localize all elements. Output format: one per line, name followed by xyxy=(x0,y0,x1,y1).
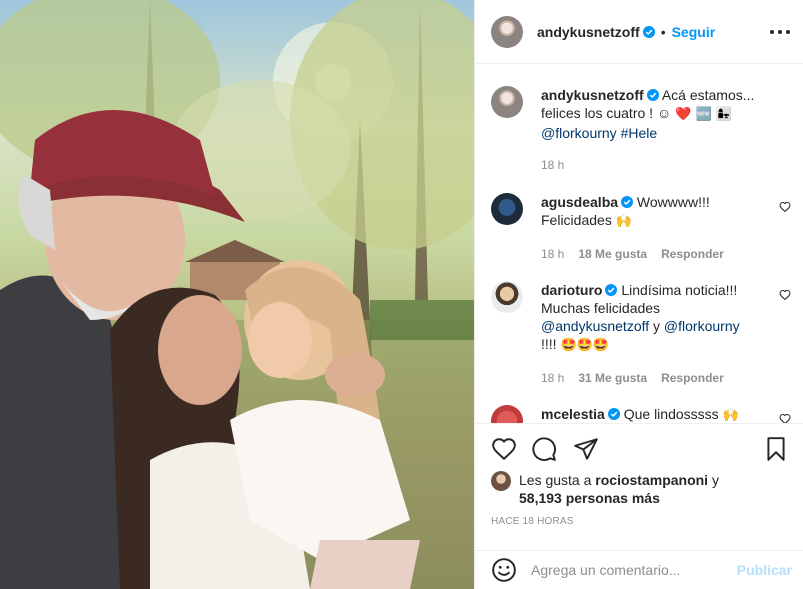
comment-joiner: y xyxy=(653,318,661,334)
comment-body: agusdealba Wowwww!!! Felicidades 🙌 18 h … xyxy=(541,193,773,261)
header-username[interactable]: andykusnetzoff xyxy=(537,24,640,40)
comment-item: darioturo Lindísima noticia!!! Muchas fe… xyxy=(491,281,791,385)
like-comment-heart-icon[interactable] xyxy=(779,201,791,213)
comment-mention[interactable]: @flor​kourny xyxy=(664,318,740,334)
post-actions: Les gusta a rociostampanoni y 58,193 per… xyxy=(475,423,803,587)
verified-badge-icon xyxy=(646,89,659,101)
verified-badge-icon xyxy=(607,408,620,420)
share-icon[interactable] xyxy=(573,436,599,462)
caption-body: andykusnetzoff Acá estamos... felices lo… xyxy=(541,86,773,172)
verified-badge-icon xyxy=(642,25,655,38)
verified-badge-icon xyxy=(605,284,618,296)
comment-item: agusdealba Wowwww!!! Felicidades 🙌 18 h … xyxy=(491,193,791,261)
like-comment-heart-icon[interactable] xyxy=(779,289,791,301)
likes-count[interactable]: 58,193 personas más xyxy=(519,490,660,506)
reply-button[interactable]: Responder xyxy=(661,247,724,261)
comment-username[interactable]: darioturo xyxy=(541,282,602,298)
comment-time[interactable]: 18 h xyxy=(541,247,564,261)
publish-button[interactable]: Publicar xyxy=(737,562,792,578)
avatar[interactable] xyxy=(491,193,523,225)
reply-button[interactable]: Responder xyxy=(661,371,724,385)
more-options-icon[interactable] xyxy=(770,24,790,40)
caption-time[interactable]: 18 h xyxy=(541,158,564,172)
avatar[interactable] xyxy=(491,471,511,491)
verified-badge-icon xyxy=(621,196,634,208)
caption-text-2: felices los cuatro ! ☺ xyxy=(541,105,672,121)
comment-mention[interactable]: @andykusnetzoff xyxy=(541,318,649,334)
comment-emoji: 🙌 xyxy=(615,214,632,229)
post-photo[interactable] xyxy=(0,0,474,589)
comment-icon[interactable] xyxy=(531,436,557,462)
add-comment-bar: Publicar xyxy=(475,550,803,588)
emoji-smile-icon[interactable] xyxy=(491,557,517,583)
caption-hashtag[interactable]: #Hele xyxy=(621,125,658,141)
bookmark-icon[interactable] xyxy=(763,436,789,462)
action-icons xyxy=(491,436,789,462)
comment-emoji: 🙌 xyxy=(722,408,739,423)
avatar[interactable] xyxy=(491,86,523,118)
caption-username[interactable]: andykusnetzoff xyxy=(541,87,644,103)
comment-likes[interactable]: 31 Me gusta xyxy=(578,371,647,385)
post-timestamp[interactable]: HACE 18 HORAS xyxy=(491,516,574,527)
heart-icon[interactable] xyxy=(491,436,517,462)
comment-text: Lindísima noticia!!! xyxy=(621,282,738,298)
likes-summary: Les gusta a rociostampanoni y 58,193 per… xyxy=(491,471,791,507)
comment-text: Que lindosssss xyxy=(623,406,719,422)
avatar[interactable] xyxy=(491,281,523,313)
like-comment-heart-icon[interactable] xyxy=(779,413,791,423)
separator-dot: • xyxy=(660,23,666,40)
likes-prefix: Les gusta a xyxy=(519,472,592,488)
comment-text: Muchas felicidades xyxy=(541,300,661,316)
comment-body: darioturo Lindísima noticia!!! Muchas fe… xyxy=(541,281,773,385)
comment-username[interactable]: mcelestia xyxy=(541,406,605,422)
comment-text: !!!! xyxy=(541,336,557,352)
likes-user[interactable]: rociostampanoni xyxy=(595,472,708,488)
comments-list[interactable]: andykusnetzoff Acá estamos... felices lo… xyxy=(475,65,803,423)
comment-time[interactable]: 18 h xyxy=(541,371,564,385)
post-header: andykusnetzoff • Seguir xyxy=(475,0,803,64)
caption: andykusnetzoff Acá estamos... felices lo… xyxy=(491,86,791,172)
photo-illustration xyxy=(0,0,474,589)
comment-body: mcelestia Que lindosssss 🙌 xyxy=(541,405,773,423)
comment-input[interactable] xyxy=(531,561,731,578)
comment-item: mcelestia Que lindosssss 🙌 xyxy=(491,405,791,423)
avatar[interactable] xyxy=(491,15,523,48)
caption-emojis: ❤️ 🆕 👩‍👧 xyxy=(675,107,732,122)
comment-username[interactable]: agusdealba xyxy=(541,194,618,210)
caption-text-1: Acá estamos... xyxy=(661,87,755,103)
comment-emoji: 🤩🤩🤩 xyxy=(560,338,610,353)
avatar[interactable] xyxy=(491,405,523,423)
likes-joiner: y xyxy=(711,472,719,488)
comment-likes[interactable]: 18 Me gusta xyxy=(578,247,647,261)
follow-button[interactable]: Seguir xyxy=(672,24,716,40)
post-panel: andykusnetzoff • Seguir andykusnetzoff A… xyxy=(474,0,803,589)
header-user: andykusnetzoff • Seguir xyxy=(537,24,715,40)
caption-mention[interactable]: @florkourny xyxy=(541,125,617,141)
